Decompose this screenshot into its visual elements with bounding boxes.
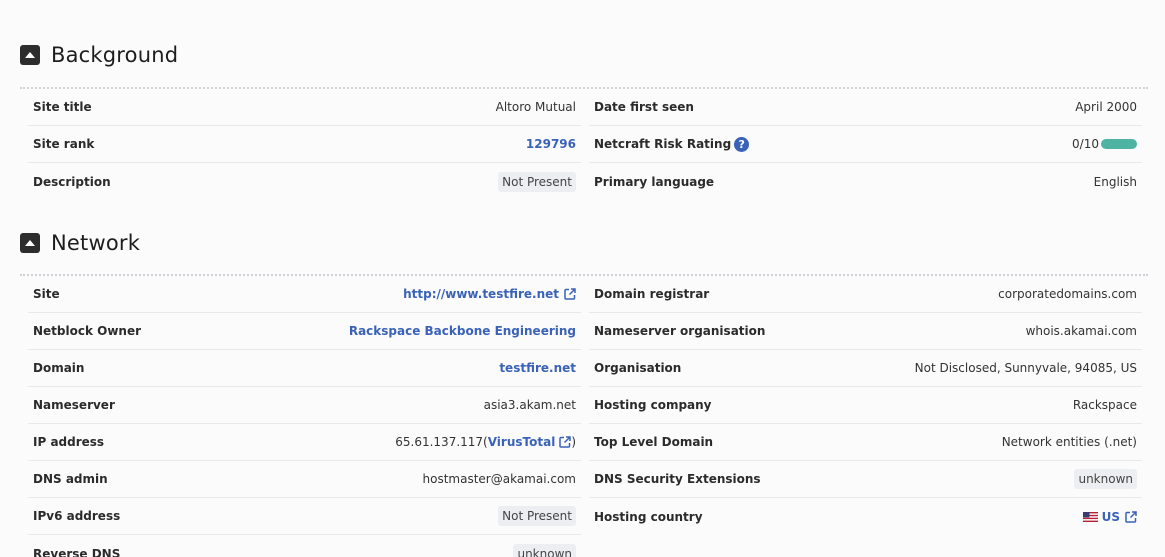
external-link-icon[interactable] bbox=[559, 436, 572, 448]
netblock-owner-label: Netblock Owner bbox=[33, 324, 142, 338]
help-icon[interactable]: ? bbox=[734, 136, 750, 152]
nameserver-organisation-row: Nameserver organisation whois.akamai.com bbox=[589, 313, 1142, 350]
organisation-row: Organisation Not Disclosed, Sunnyvale, 9… bbox=[589, 350, 1142, 387]
top-level-domain-row: Top Level Domain Network entities (.net) bbox=[589, 424, 1142, 461]
reverse-dns-value: unknown bbox=[513, 543, 576, 557]
ipv6-address-label: IPv6 address bbox=[33, 509, 121, 523]
paren-close: ) bbox=[571, 435, 576, 449]
dns-security-extensions-label: DNS Security Extensions bbox=[594, 472, 761, 486]
risk-rating-row: Netcraft Risk Rating ? 0/10 bbox=[589, 126, 1142, 163]
background-left-column: Site title Altoro Mutual Site rank 12979… bbox=[28, 89, 581, 200]
hosting-country-label: Hosting country bbox=[594, 509, 703, 524]
reverse-dns-row: Reverse DNS unknown bbox=[28, 535, 581, 557]
site-rank-link[interactable]: 129796 bbox=[526, 137, 576, 151]
risk-rating-label-wrap: Netcraft Risk Rating ? bbox=[594, 136, 750, 152]
domain-registrar-label: Domain registrar bbox=[594, 287, 710, 301]
background-section-header: Background bbox=[20, 41, 178, 69]
domain-registrar-row: Domain registrar corporatedomains.com bbox=[589, 276, 1142, 313]
virustotal-link[interactable]: VirusTotal bbox=[488, 435, 556, 449]
dns-security-extensions-value: unknown bbox=[1074, 469, 1137, 489]
domain-label: Domain bbox=[33, 361, 85, 375]
network-section-title: Network bbox=[51, 231, 141, 255]
netblock-owner-row: Netblock Owner Rackspace Backbone Engine… bbox=[28, 313, 581, 350]
risk-rating-value-wrap: 0/10 bbox=[1072, 137, 1137, 151]
network-right-column: Domain registrar corporatedomains.com Na… bbox=[589, 276, 1142, 535]
dns-admin-label: DNS admin bbox=[33, 472, 108, 486]
external-link-icon[interactable] bbox=[1125, 510, 1137, 523]
nameserver-row: Nameserver asia3.akam.net bbox=[28, 387, 581, 424]
site-rank-label: Site rank bbox=[33, 137, 95, 151]
date-first-seen-row: Date first seen April 2000 bbox=[589, 89, 1142, 126]
ip-address-value-wrap: 65.61.137.117 (VirusTotal ) bbox=[395, 435, 576, 449]
network-section-header: Network bbox=[20, 229, 140, 257]
ipv6-address-row: IPv6 address Not Present bbox=[28, 498, 581, 535]
primary-language-value: English bbox=[1093, 174, 1137, 189]
background-section-title: Background bbox=[51, 43, 179, 67]
ipv6-address-value: Not Present bbox=[498, 506, 576, 526]
nameserver-organisation-label: Nameserver organisation bbox=[594, 324, 766, 338]
organisation-value: Not Disclosed, Sunnyvale, 94085, US bbox=[914, 361, 1137, 375]
description-row: Description Not Present bbox=[28, 163, 581, 200]
risk-rating-bar bbox=[1101, 139, 1137, 149]
site-link[interactable]: http://www.testfire.net bbox=[403, 287, 559, 301]
hosting-company-value: Rackspace bbox=[1072, 398, 1137, 412]
organisation-label: Organisation bbox=[594, 361, 682, 375]
date-first-seen-value: April 2000 bbox=[1075, 100, 1137, 114]
external-link-icon[interactable] bbox=[564, 288, 576, 300]
primary-language-label: Primary language bbox=[594, 174, 715, 189]
hosting-country-row: Hosting country US bbox=[589, 498, 1142, 535]
site-title-value: Altoro Mutual bbox=[495, 100, 576, 114]
hosting-country-link[interactable]: US bbox=[1102, 510, 1120, 524]
hosting-country-value-wrap: US bbox=[1082, 510, 1137, 524]
domain-registrar-value: corporatedomains.com bbox=[998, 287, 1137, 301]
us-flag-icon bbox=[1082, 511, 1098, 522]
ip-address-label: IP address bbox=[33, 435, 105, 449]
hosting-company-row: Hosting company Rackspace bbox=[589, 387, 1142, 424]
top-level-domain-value: Network entities (.net) bbox=[1001, 435, 1137, 449]
dns-admin-value: hostmaster@akamai.com bbox=[422, 472, 577, 486]
nameserver-organisation-value: whois.akamai.com bbox=[1025, 324, 1137, 338]
network-left-column: Site http://www.testfire.net Netblock Ow… bbox=[28, 276, 581, 557]
primary-language-row: Primary language English bbox=[589, 163, 1142, 200]
description-label: Description bbox=[33, 174, 111, 189]
background-right-column: Date first seen April 2000 Netcraft Risk… bbox=[589, 89, 1142, 200]
risk-rating-label: Netcraft Risk Rating bbox=[594, 137, 732, 151]
nameserver-label: Nameserver bbox=[33, 398, 115, 412]
netblock-owner-link[interactable]: Rackspace Backbone Engineering bbox=[349, 324, 576, 338]
description-value: Not Present bbox=[498, 171, 576, 192]
risk-rating-value: 0/10 bbox=[1072, 137, 1099, 151]
domain-row: Domain testfire.net bbox=[28, 350, 581, 387]
reverse-dns-label: Reverse DNS bbox=[33, 546, 121, 557]
nameserver-value: asia3.akam.net bbox=[483, 398, 576, 412]
dns-admin-row: DNS admin hostmaster@akamai.com bbox=[28, 461, 581, 498]
collapse-background-toggle-icon[interactable] bbox=[20, 45, 40, 65]
domain-link[interactable]: testfire.net bbox=[499, 361, 576, 375]
site-title-label: Site title bbox=[33, 100, 92, 114]
site-title-row: Site title Altoro Mutual bbox=[28, 89, 581, 126]
site-row: Site http://www.testfire.net bbox=[28, 276, 581, 313]
site-rank-row: Site rank 129796 bbox=[28, 126, 581, 163]
ip-address-row: IP address 65.61.137.117 (VirusTotal ) bbox=[28, 424, 581, 461]
collapse-network-toggle-icon[interactable] bbox=[20, 233, 40, 253]
top-level-domain-label: Top Level Domain bbox=[594, 435, 714, 449]
date-first-seen-label: Date first seen bbox=[594, 100, 694, 114]
dns-security-extensions-row: DNS Security Extensions unknown bbox=[589, 461, 1142, 498]
ip-address-value: 65.61.137.117 bbox=[395, 435, 484, 449]
site-value-wrap: http://www.testfire.net bbox=[403, 287, 576, 301]
hosting-company-label: Hosting company bbox=[594, 398, 712, 412]
site-label: Site bbox=[33, 287, 60, 301]
